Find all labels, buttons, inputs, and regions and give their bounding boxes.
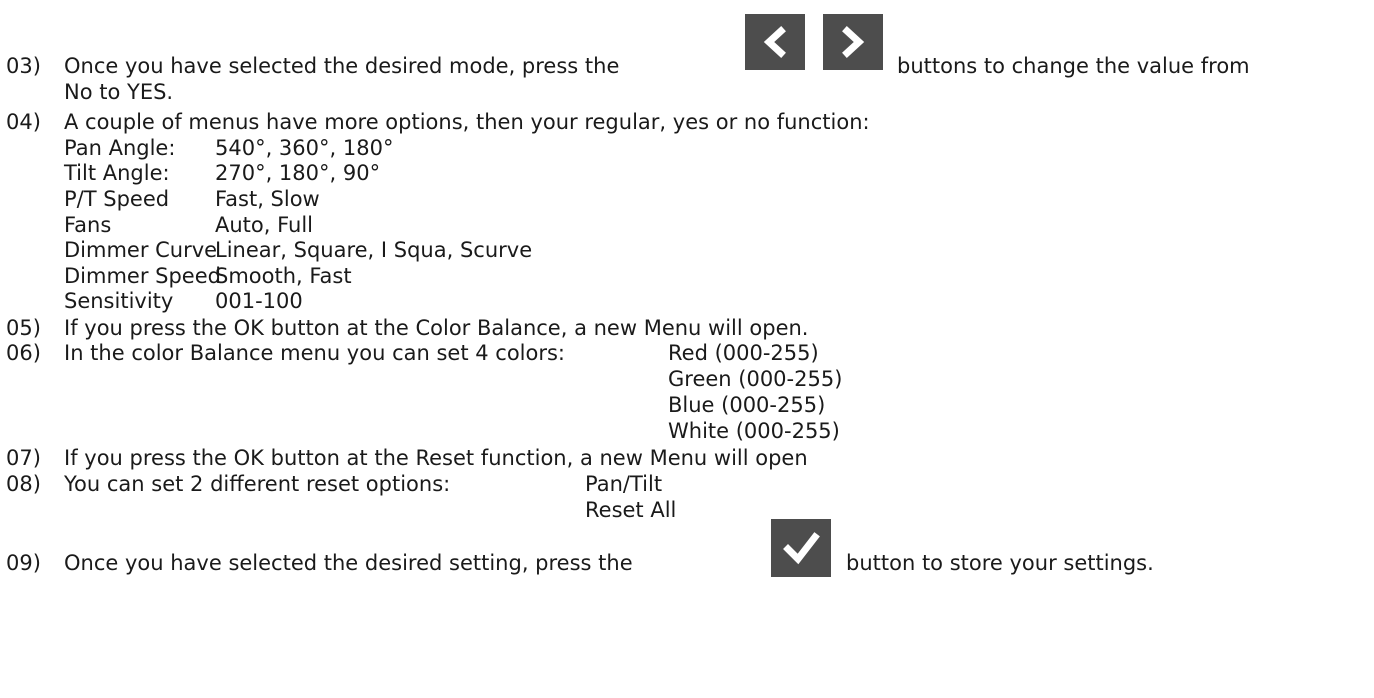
step-text: If you press the OK button at the Reset … bbox=[64, 446, 808, 470]
step-text-line2: No to YES. bbox=[64, 80, 174, 104]
step-number: 05) bbox=[6, 316, 41, 340]
step-text: If you press the OK button at the Color … bbox=[64, 316, 809, 340]
option-values: 001-100 bbox=[215, 289, 303, 313]
chevron-right-icon bbox=[842, 26, 865, 58]
step-text-continued: buttons to change the value from bbox=[897, 54, 1250, 78]
left-arrow-button[interactable] bbox=[745, 14, 805, 70]
step-number: 07) bbox=[6, 446, 41, 470]
step-text: Once you have selected the desired mode,… bbox=[64, 54, 620, 78]
checkmark-icon bbox=[783, 532, 820, 565]
step-number: 04) bbox=[6, 110, 41, 134]
step-text: Once you have selected the desired setti… bbox=[64, 551, 633, 575]
step-text: You can set 2 different reset options: bbox=[64, 472, 451, 496]
option-name: Tilt Angle: bbox=[64, 161, 170, 185]
chevron-left-icon bbox=[763, 26, 786, 58]
step-number: 09) bbox=[6, 551, 41, 575]
step-number: 06) bbox=[6, 341, 41, 365]
option-values: Smooth, Fast bbox=[215, 264, 352, 288]
option-name: P/T Speed bbox=[64, 187, 170, 211]
option-name: Dimmer Curve bbox=[64, 238, 218, 262]
option-name: Sensitivity bbox=[64, 289, 174, 313]
reset-option-pan-tilt: Pan/Tilt bbox=[585, 472, 663, 496]
reset-option-reset-all: Reset All bbox=[585, 498, 677, 522]
option-name: Pan Angle: bbox=[64, 136, 176, 160]
confirm-button[interactable] bbox=[771, 519, 831, 577]
color-range-red: Red (000-255) bbox=[668, 341, 819, 365]
step-text-continued: button to store your settings. bbox=[846, 551, 1154, 575]
step-text: A couple of menus have more options, the… bbox=[64, 110, 870, 134]
option-values: 540°, 360°, 180° bbox=[215, 136, 394, 160]
option-values: Fast, Slow bbox=[215, 187, 320, 211]
option-values: Auto, Full bbox=[215, 213, 314, 237]
step-number: 03) bbox=[6, 54, 41, 78]
option-values: 270°, 180°, 90° bbox=[215, 161, 381, 185]
option-name: Fans bbox=[64, 213, 112, 237]
step-text: In the color Balance menu you can set 4 … bbox=[64, 341, 565, 365]
color-range-white: White (000-255) bbox=[668, 419, 840, 443]
color-range-green: Green (000-255) bbox=[668, 367, 843, 391]
option-name: Dimmer Speed bbox=[64, 264, 221, 288]
right-arrow-button[interactable] bbox=[823, 14, 883, 70]
option-values: Linear, Square, I Squa, Scurve bbox=[215, 238, 533, 262]
color-range-blue: Blue (000-255) bbox=[668, 393, 826, 417]
step-number: 08) bbox=[6, 472, 41, 496]
